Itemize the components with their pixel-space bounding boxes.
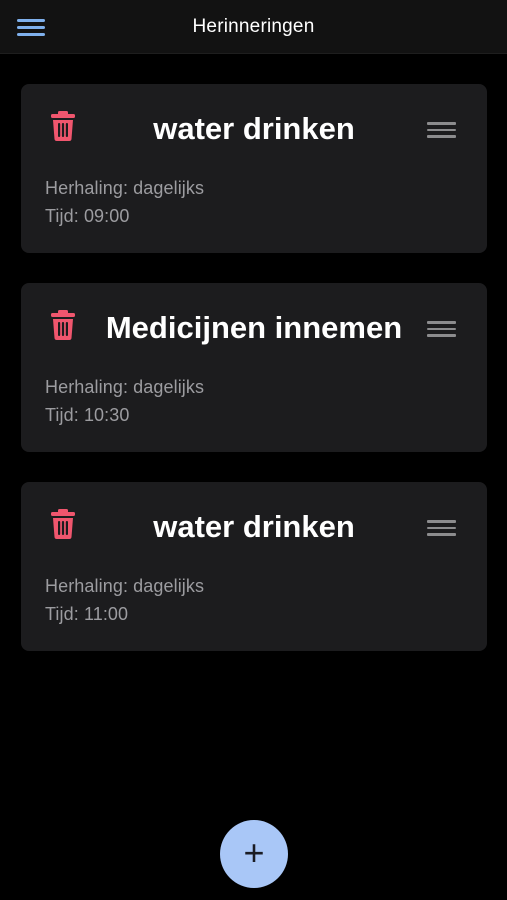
delete-reminder-button[interactable] [49, 508, 77, 540]
plus-icon: + [243, 832, 265, 873]
drag-handle-bar [427, 321, 456, 324]
reminder-time: Tijd: 09:00 [45, 206, 130, 226]
drag-handle-bar [427, 128, 456, 131]
drag-handle-bar [427, 533, 456, 536]
reminder-time: Tijd: 10:30 [45, 405, 130, 425]
drag-handle-icon[interactable] [427, 121, 457, 139]
delete-reminder-button[interactable] [49, 110, 77, 142]
drag-handle-bar [427, 135, 456, 138]
drag-handle-bar [427, 526, 456, 529]
drag-handle-icon[interactable] [427, 519, 457, 537]
reminder-repeat: Herhaling: dagelijks [45, 178, 205, 198]
trash-icon [51, 310, 75, 340]
reminder-title: Medicijnen innemen [105, 310, 403, 345]
reminder-title: water drinken [153, 509, 355, 544]
drag-handle-bar [427, 334, 456, 337]
reminder-repeat: Herhaling: dagelijks [45, 576, 205, 596]
drag-handle-bar [427, 122, 456, 125]
page-title: Herinneringen [192, 16, 315, 37]
add-reminder-button[interactable]: + [220, 820, 288, 888]
delete-reminder-button[interactable] [49, 309, 77, 341]
reminder-title: water drinken [153, 111, 355, 146]
reminder-list: water drinken Herhaling: dagelijks Tijd:… [21, 84, 487, 681]
trash-icon [51, 111, 75, 141]
drag-handle-bar [427, 327, 456, 330]
drag-handle-bar [427, 520, 456, 523]
drag-handle-icon[interactable] [427, 320, 457, 338]
app-header: Herinneringen [0, 0, 507, 54]
reminder-card[interactable]: Medicijnen innemen Herhaling: dagelijks … [21, 283, 487, 452]
reminder-repeat: Herhaling: dagelijks [45, 377, 205, 397]
reminder-card[interactable]: water drinken Herhaling: dagelijks Tijd:… [21, 84, 487, 253]
reminder-time: Tijd: 11:00 [45, 604, 129, 624]
reminder-card[interactable]: water drinken Herhaling: dagelijks Tijd:… [21, 482, 487, 651]
trash-icon [51, 509, 75, 539]
